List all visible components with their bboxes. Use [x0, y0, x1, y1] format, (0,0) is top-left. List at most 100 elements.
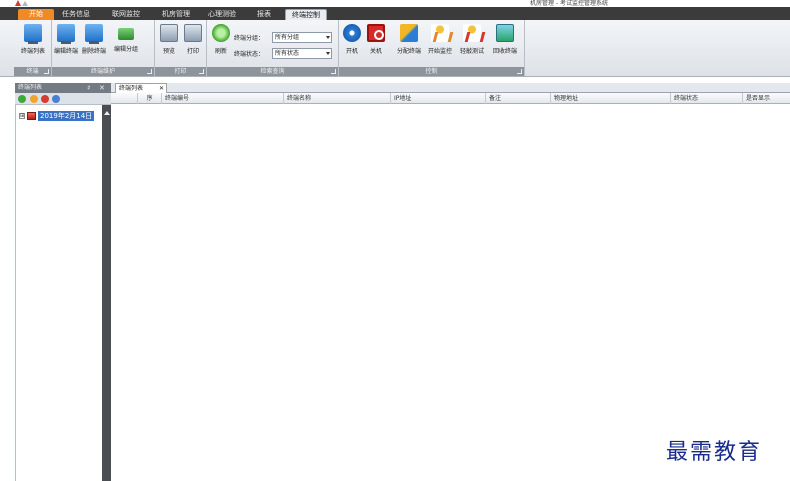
computer-edit-icon [57, 24, 75, 44]
column-header-visible[interactable]: 是否显示 [742, 93, 790, 104]
print-label: 打印 [186, 48, 199, 55]
ribbon-group-terminal: 终端列表 终端 [14, 20, 52, 76]
start-monitor-button[interactable]: 开始监控 [425, 24, 455, 66]
person-test-icon [463, 24, 481, 42]
monitor-icon [496, 24, 514, 42]
watermark: 最需教育 [666, 440, 763, 465]
dialog-launcher-icon[interactable] [199, 69, 204, 74]
recover-label: 回收终端 [492, 48, 517, 55]
search-icon[interactable] [52, 95, 60, 103]
group-filter-label: 终端分组： [234, 35, 265, 42]
edit-icon[interactable] [30, 95, 38, 103]
date-tree: ⊞ 2019年2月14日 [15, 105, 102, 481]
left-panel-title: 终端列表 [18, 84, 43, 91]
add-icon[interactable] [18, 95, 26, 103]
left-panel-scrollbar[interactable] [102, 105, 111, 481]
left-panel-header: 终端列表 ♯ ✕ [15, 83, 111, 93]
print-button[interactable]: 打印 [183, 24, 203, 66]
doc-tab-label: 终端列表 [119, 85, 144, 92]
ribbon-group-maintenance: 编辑终端 删除终端 编辑分组 终端维护 [52, 20, 155, 76]
column-header-note[interactable]: 备注 [485, 93, 550, 104]
status-filter-value: 所有状态 [275, 50, 300, 57]
scroll-up-icon[interactable] [104, 111, 110, 115]
group-filter-dropdown[interactable]: 所有分组 [272, 32, 332, 43]
close-tab-icon[interactable]: ✕ [159, 84, 164, 93]
terminal-grid[interactable] [111, 104, 790, 481]
delete-terminal-button[interactable]: 删除终端 [80, 24, 108, 66]
column-header-mac[interactable]: 物理地址 [550, 93, 670, 104]
power-on-label: 开机 [345, 48, 358, 55]
edit-terminal-button[interactable]: 编辑终端 [54, 24, 78, 66]
edit-group-label: 编辑分组 [113, 46, 138, 53]
preview-button[interactable]: 预览 [159, 24, 179, 66]
delete-icon[interactable] [41, 95, 49, 103]
status-filter-dropdown[interactable]: 所有状态 [272, 48, 332, 59]
terminal-list-label: 终端列表 [20, 48, 45, 55]
terminal-list-button[interactable]: 终端列表 [16, 24, 50, 66]
preview-label: 预览 [162, 48, 175, 55]
dialog-launcher-icon[interactable] [44, 69, 49, 74]
power-on-icon [343, 24, 361, 42]
power-off-button[interactable]: 关机 [367, 24, 385, 66]
chevron-down-icon [326, 36, 330, 39]
document-tab-strip: 终端列表 ✕ [111, 83, 790, 93]
book-icon [118, 28, 134, 40]
tab-task-info[interactable]: 任务信息 [62, 9, 90, 20]
ribbon: 终端列表 终端 编辑终端 删除终端 编辑分组 终端维护 预览 打印 打印 刷新 … [0, 20, 790, 77]
tab-start[interactable]: 开始 [18, 9, 54, 20]
edit-group-button[interactable]: 编辑分组 [112, 24, 140, 66]
chevron-down-icon [326, 52, 330, 55]
left-panel-toolbar [15, 93, 111, 105]
app-window: 机房管理 - 考试监控管理系统 开始 任务信息 联网监控 机房管理 心理测验 报… [0, 0, 790, 481]
tab-network-monitor[interactable]: 联网监控 [112, 9, 140, 20]
tap-test-button[interactable]: 轻敲测试 [457, 24, 487, 66]
status-filter-label: 终端状态： [234, 51, 265, 58]
column-header-status[interactable]: 终端状态 [670, 93, 742, 104]
computer-delete-icon [85, 24, 103, 44]
power-on-button[interactable]: 开机 [343, 24, 361, 66]
ribbon-group-print: 预览 打印 打印 [155, 20, 207, 76]
refresh-icon [212, 24, 230, 42]
column-header-terminal-id[interactable]: 终端编号 [161, 93, 283, 104]
computer-icon [24, 24, 42, 44]
calendar-icon [27, 112, 36, 120]
tree-expand-icon[interactable]: ⊞ [19, 113, 25, 119]
menu-tab-bar: 开始 任务信息 联网监控 机房管理 心理测验 报表 终端控制 [0, 7, 790, 20]
group-label-search: 检索查询 [207, 67, 338, 76]
edit-terminal-label: 编辑终端 [54, 48, 79, 55]
power-off-label: 关机 [369, 48, 382, 55]
tab-lab-management[interactable]: 机房管理 [162, 9, 190, 20]
tap-test-label: 轻敲测试 [459, 48, 484, 55]
print-preview-icon [160, 24, 178, 42]
window-title: 机房管理 - 考试监控管理系统 [530, 0, 608, 7]
dialog-launcher-icon[interactable] [331, 69, 336, 74]
start-monitor-label: 开始监控 [427, 48, 452, 55]
column-header-terminal-name[interactable]: 终端名称 [283, 93, 390, 104]
tab-terminal-control[interactable]: 终端控制 [285, 9, 327, 20]
tab-report[interactable]: 报表 [257, 9, 271, 20]
distribute-icon [400, 24, 418, 42]
doc-tab-terminal-list[interactable]: 终端列表 ✕ [115, 83, 167, 93]
group-filter-value: 所有分组 [275, 34, 300, 41]
refresh-label: 刷新 [214, 48, 227, 55]
app-logo-icon [15, 0, 28, 6]
column-header-seq[interactable]: 序 [137, 93, 161, 104]
dialog-launcher-icon[interactable] [147, 69, 152, 74]
ribbon-group-control: 开机 关机 分配终端 开始监控 轻敲测试 回收终端 控制 [339, 20, 525, 76]
power-off-icon [367, 24, 385, 42]
tab-psych-test[interactable]: 心理测验 [208, 9, 236, 20]
refresh-button[interactable]: 刷新 [211, 24, 231, 66]
title-bar: 机房管理 - 考试监控管理系统 [0, 0, 790, 7]
group-label-maintenance: 终端维护 [52, 67, 154, 76]
row-indicator-header [111, 93, 137, 104]
delete-terminal-label: 删除终端 [81, 48, 106, 55]
pin-icon[interactable]: ♯ [87, 83, 90, 93]
distribute-label: 分配终端 [396, 48, 421, 55]
recover-button[interactable]: 回收终端 [490, 24, 520, 66]
close-icon[interactable]: ✕ [99, 83, 105, 93]
grid-header: 序 终端编号 终端名称 IP地址 备注 物理地址 终端状态 是否显示 [111, 93, 790, 104]
tree-node-date[interactable]: 2019年2月14日 [38, 111, 95, 121]
column-header-ip[interactable]: IP地址 [390, 93, 485, 104]
distribute-button[interactable]: 分配终端 [394, 24, 424, 66]
dialog-launcher-icon[interactable] [517, 69, 522, 74]
